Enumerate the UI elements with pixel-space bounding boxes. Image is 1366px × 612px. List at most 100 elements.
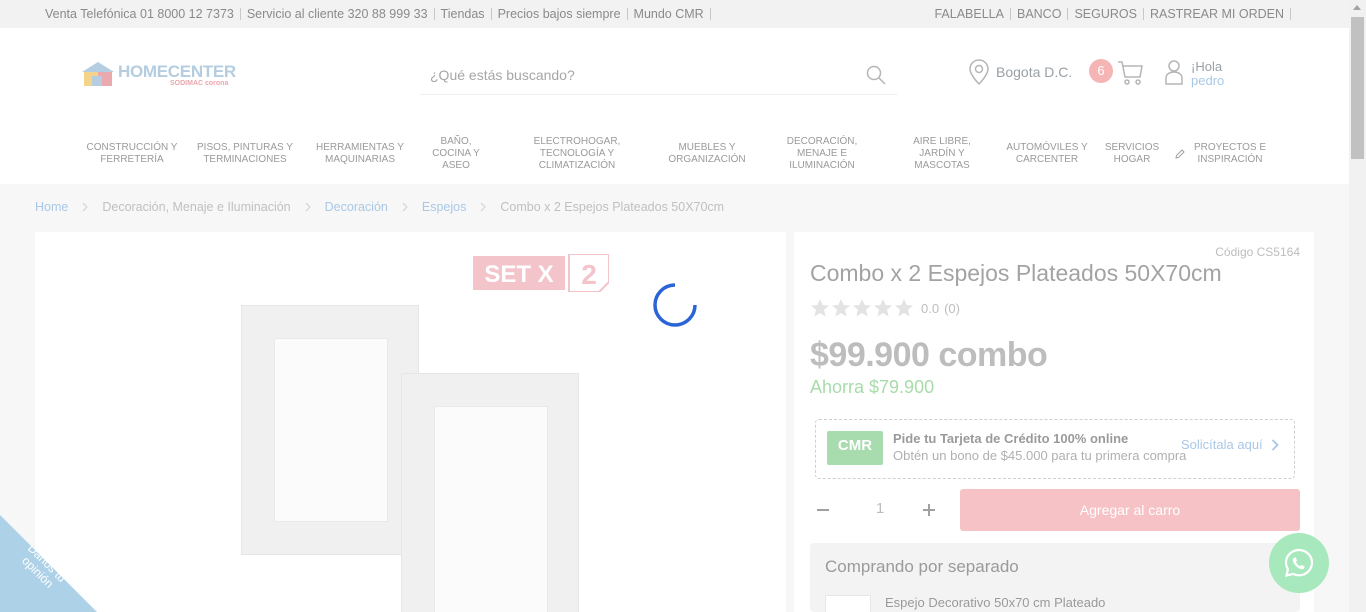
user-icon xyxy=(1165,60,1183,85)
nav-muebles[interactable]: MUEBLES Y ORGANIZACIÓN xyxy=(657,132,757,176)
chevron-right-icon xyxy=(481,202,487,212)
chevron-right-icon xyxy=(305,202,311,212)
topbar-link-low-prices[interactable]: Precios bajos siempre xyxy=(498,7,621,21)
savings-label: Ahorra $79.900 xyxy=(810,377,935,397)
divider xyxy=(1290,8,1291,20)
chevron-right-icon xyxy=(402,202,408,212)
cart-button[interactable]: 6 xyxy=(1089,58,1149,88)
mirror-image-front xyxy=(401,373,579,612)
logo-wordmark: HOMECENTER xyxy=(118,62,236,81)
separate-item-name[interactable]: Espejo Decorativo 50x70 cm Plateado xyxy=(885,595,1105,610)
whatsapp-chat-button[interactable] xyxy=(1269,533,1329,593)
topbar-link-mundo-cmr[interactable]: Mundo CMR xyxy=(634,7,704,21)
top-utility-bar: Venta Telefónica 01 8000 12 7373 Servici… xyxy=(0,0,1349,28)
house-logo-icon xyxy=(82,62,114,86)
location-label: Bogota D.C. xyxy=(996,64,1073,80)
rating-count: (0) xyxy=(944,300,960,316)
star-icon xyxy=(874,299,892,317)
price-amount: $99.900 xyxy=(810,336,930,374)
nav-servicios-hogar[interactable]: SERVICIOS HOGAR xyxy=(1102,132,1162,176)
nav-proyectos[interactable]: PROYECTOS E INSPIRACIÓN xyxy=(1174,132,1270,176)
site-header: HOMECENTER SODIMAC corona Bogota D.C. 6 … xyxy=(0,28,1349,184)
breadcrumb: Home Decoración, Menaje e Iluminación De… xyxy=(35,200,724,214)
plus-button[interactable] xyxy=(916,497,942,523)
topbar-link-seguros[interactable]: SEGUROS xyxy=(1074,7,1137,21)
rating-stars[interactable]: 0.0 (0) xyxy=(810,298,960,318)
svg-text:2: 2 xyxy=(581,259,597,290)
chevron-right-icon xyxy=(1271,438,1279,451)
nav-automoviles[interactable]: AUTOMÓVILES Y CARCENTER xyxy=(1002,132,1092,176)
topbar-left-links: Venta Telefónica 01 8000 12 7373 Servici… xyxy=(45,7,717,21)
location-pin-icon xyxy=(969,59,989,85)
star-icon xyxy=(853,299,871,317)
topbar-right-links: FALABELLA BANCO SEGUROS RASTREAR MI ORDE… xyxy=(934,7,1297,21)
cmr-promo-subtitle: Obtén un bono de $45.000 para tu primera… xyxy=(893,448,1187,463)
chevron-right-icon xyxy=(82,202,89,212)
search-input[interactable] xyxy=(420,55,840,95)
breadcrumb-decoracion-menaje: Decoración, Menaje e Iluminación xyxy=(102,200,291,214)
cart-icon xyxy=(1118,61,1143,85)
topbar-phone-sales[interactable]: Venta Telefónica 01 8000 12 7373 xyxy=(45,7,234,21)
product-image-gallery[interactable]: SET X 2 xyxy=(35,232,786,612)
nav-construccion[interactable]: CONSTRUCCIÓN Y FERRETERÍA xyxy=(80,132,184,176)
price-unit: combo xyxy=(938,336,1048,374)
topbar-link-track-order[interactable]: RASTREAR MI ORDEN xyxy=(1150,7,1284,21)
cart-count-badge: 6 xyxy=(1089,59,1113,83)
product-info-panel: Código CS5164 Combo x 2 Espejos Plateado… xyxy=(794,232,1314,612)
divider xyxy=(626,8,628,20)
homecenter-logo[interactable]: HOMECENTER SODIMAC corona xyxy=(80,60,250,90)
minus-button[interactable] xyxy=(810,497,836,523)
product-price: $99.900 combo xyxy=(810,336,1048,375)
divider xyxy=(1009,8,1011,20)
user-account-button[interactable]: ¡Hola pedro xyxy=(1164,58,1244,92)
search-icon[interactable] xyxy=(866,65,886,85)
scrollbar-thumb[interactable] xyxy=(1351,17,1364,159)
divider xyxy=(490,8,492,20)
svg-text:SET X: SET X xyxy=(484,261,553,288)
nav-pisos-pinturas[interactable]: PISOS, PINTURAS Y TERMINACIONES xyxy=(195,132,295,176)
rating-value: 0.0 xyxy=(921,300,940,316)
cmr-apply-link[interactable]: Solicítala aquí xyxy=(1181,437,1279,452)
category-nav: CONSTRUCCIÓN Y FERRETERÍA PISOS, PINTURA… xyxy=(80,132,1270,176)
user-name: pedro xyxy=(1191,73,1225,88)
nav-proyectos-label: PROYECTOS E INSPIRACIÓN xyxy=(1193,142,1267,165)
nav-decoracion[interactable]: DECORACIÓN, MENAJE E ILUMINACIÓN xyxy=(772,132,872,176)
cmr-credit-card-promo[interactable]: CMR Pide tu Tarjeta de Crédito 100% onli… xyxy=(815,419,1295,479)
divider xyxy=(433,8,435,20)
topbar-customer-service[interactable]: Servicio al cliente 320 88 999 33 xyxy=(247,7,428,21)
divider xyxy=(1142,8,1144,20)
cmr-logo: CMR xyxy=(827,431,883,465)
breadcrumb-home[interactable]: Home xyxy=(35,200,68,214)
topbar-link-banco[interactable]: BANCO xyxy=(1017,7,1061,21)
set-x2-badge: SET X 2 xyxy=(473,254,609,292)
bought-separately-title: Comprando por separado xyxy=(825,557,1019,576)
nav-bano-cocina[interactable]: BAÑO, COCINA Y ASEO xyxy=(425,132,487,176)
topbar-link-falabella[interactable]: FALABELLA xyxy=(934,7,1004,21)
nav-aire-libre[interactable]: AIRE LIBRE, JARDÍN Y MASCOTAS xyxy=(901,132,983,176)
separate-item-thumbnail[interactable] xyxy=(825,595,871,612)
cmr-apply-label: Solicítala aquí xyxy=(1181,437,1263,452)
loading-spinner xyxy=(653,283,697,327)
whatsapp-icon xyxy=(1284,548,1314,577)
quantity-value[interactable]: 1 xyxy=(860,500,900,517)
product-title: Combo x 2 Espejos Plateados 50X70cm xyxy=(810,260,1222,286)
product-code: Código CS5164 xyxy=(1215,245,1300,259)
breadcrumb-current: Combo x 2 Espejos Plateados 50X70cm xyxy=(500,200,725,214)
topbar-link-stores[interactable]: Tiendas xyxy=(441,7,485,21)
nav-electrohogar[interactable]: ELECTROHOGAR, TECNOLOGÍA Y CLIMATIZACIÓN xyxy=(517,132,637,176)
location-selector[interactable]: Bogota D.C. xyxy=(968,59,1072,85)
page-scrollbar[interactable] xyxy=(1349,0,1366,612)
nav-herramientas[interactable]: HERRAMIENTAS Y MAQUINARIAS xyxy=(310,132,410,176)
add-to-cart-button[interactable]: Agregar al carro xyxy=(960,489,1300,531)
scroll-up-arrow[interactable] xyxy=(1353,5,1361,10)
divider xyxy=(1067,8,1069,20)
divider xyxy=(239,8,241,20)
bought-separately-section: Comprando por separado Espejo Decorativo… xyxy=(810,543,1300,612)
breadcrumb-decoracion[interactable]: Decoración xyxy=(325,200,388,214)
star-icon xyxy=(832,299,850,317)
breadcrumb-espejos[interactable]: Espejos xyxy=(422,200,466,214)
search-bar xyxy=(420,55,898,95)
divider xyxy=(709,8,711,20)
pencil-icon xyxy=(1175,149,1185,159)
user-greeting: ¡Hola xyxy=(1191,59,1223,74)
